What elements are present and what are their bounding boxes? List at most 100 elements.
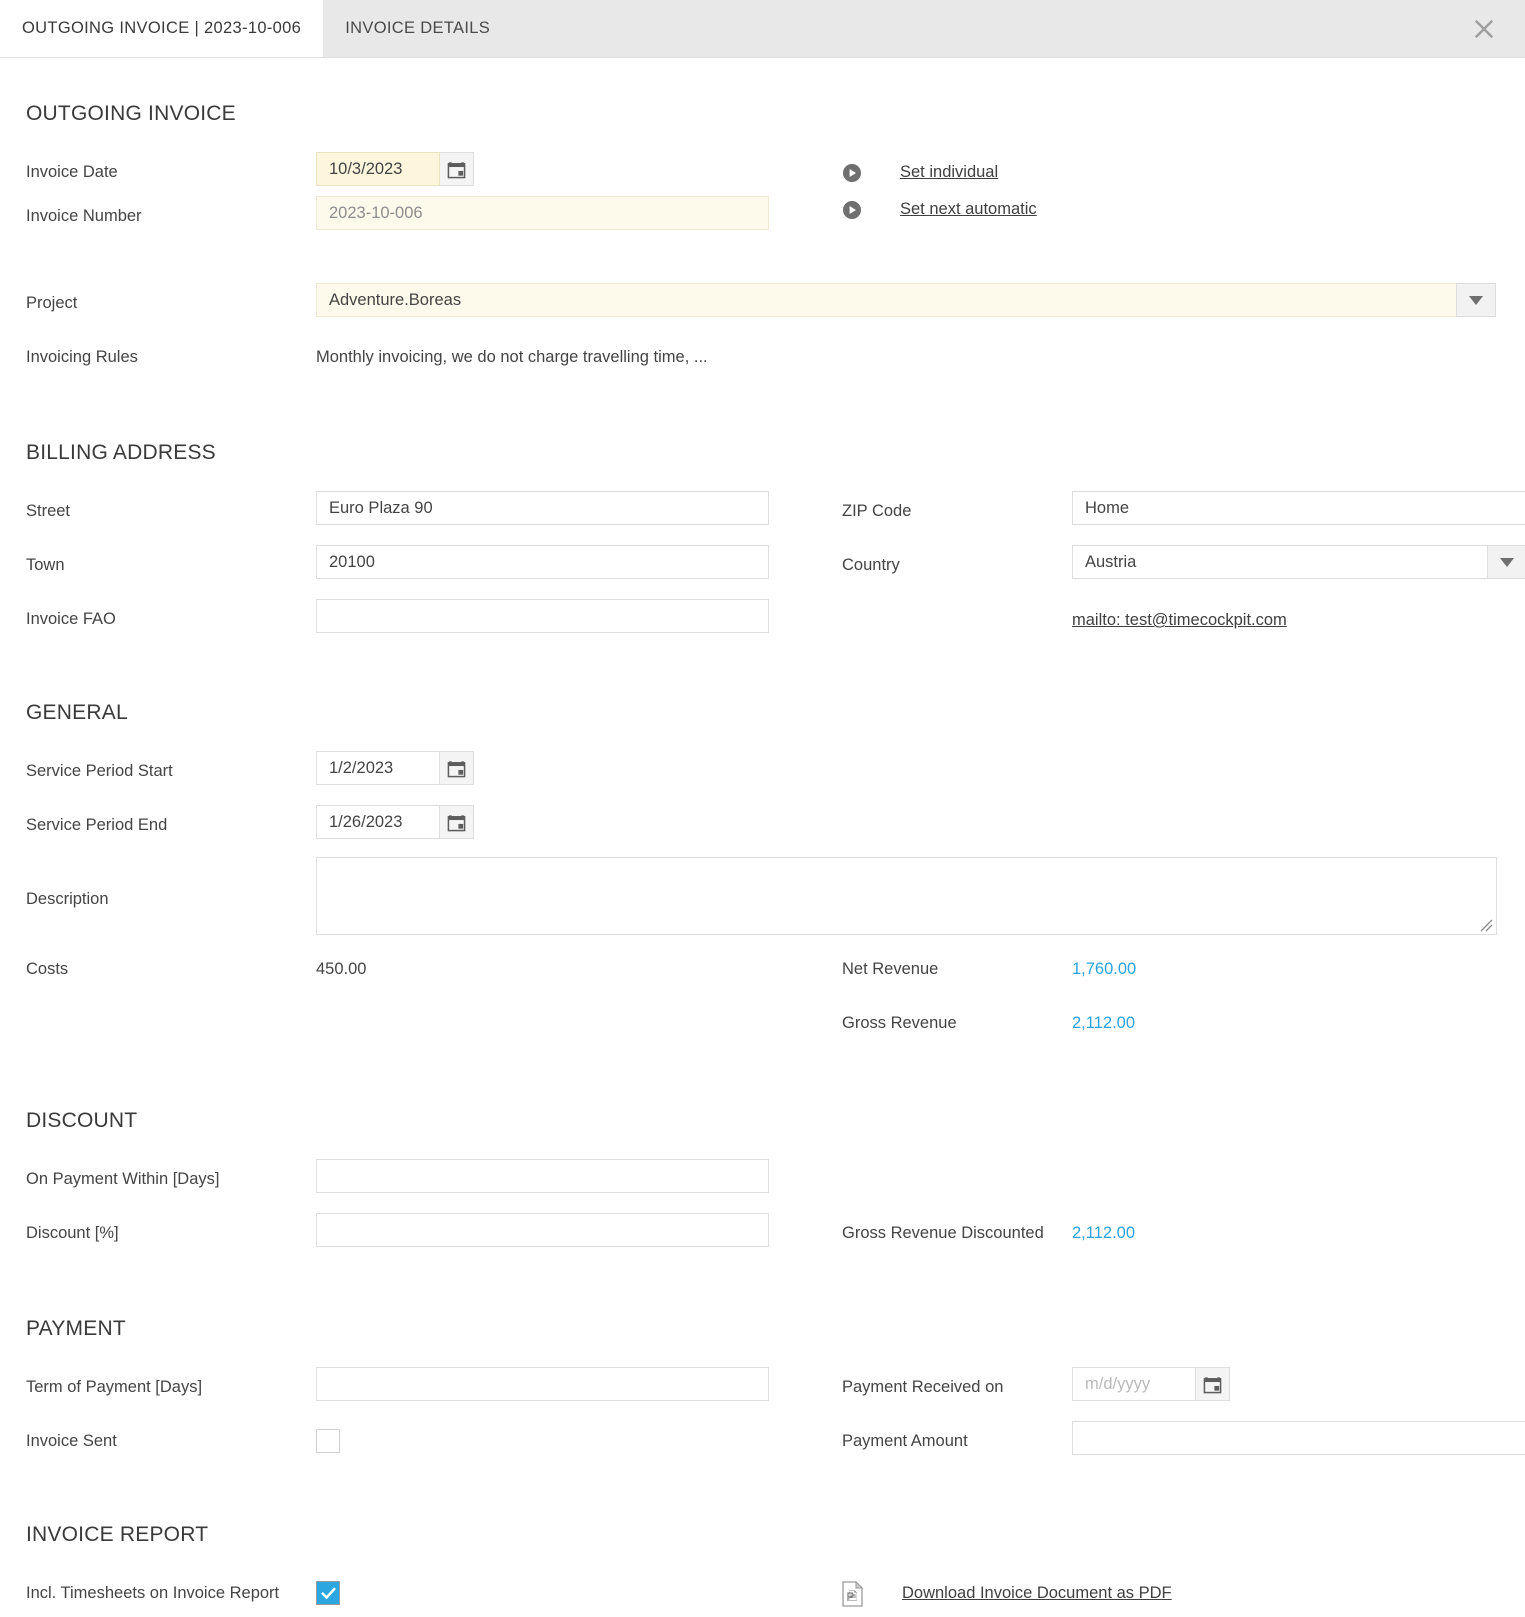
section-title-general: GENERAL <box>26 701 128 724</box>
street-label: Street <box>26 502 71 520</box>
field-gross-revenue: Gross Revenue 2,112.00 <box>842 1003 1499 1047</box>
field-invoice-sent: Invoice Sent <box>26 1421 842 1465</box>
field-invoice-fao: Invoice FAO <box>26 599 842 643</box>
costs-value: 450.00 <box>316 960 367 978</box>
gross-revenue-value: 2,112.00 <box>1072 1014 1136 1032</box>
term-of-payment-input[interactable] <box>316 1367 769 1401</box>
calendar-icon[interactable] <box>440 751 474 785</box>
town-input[interactable] <box>316 545 769 579</box>
invoice-number-label: Invoice Number <box>26 207 142 225</box>
country-label: Country <box>842 556 900 574</box>
zip-code-label: ZIP Code <box>842 502 912 520</box>
calendar-icon[interactable] <box>1196 1367 1230 1401</box>
chevron-down-icon[interactable] <box>1487 545 1525 579</box>
calendar-icon[interactable] <box>440 152 474 186</box>
action-set-next-automatic[interactable]: Set next automatic <box>842 191 1499 228</box>
field-incl-timesheets: Incl. Timesheets on Invoice Report <box>26 1573 842 1617</box>
invoicing-rules-label: Invoicing Rules <box>26 348 138 366</box>
form-body: OUTGOING INVOICE Invoice Date 10/3/2023 … <box>0 58 1525 1617</box>
zip-code-input[interactable] <box>1072 491 1525 525</box>
description-textarea[interactable] <box>317 858 1496 934</box>
section-title-payment: PAYMENT <box>26 1317 126 1340</box>
payment-amount-input[interactable] <box>1072 1421 1525 1455</box>
invoice-fao-label: Invoice FAO <box>26 610 116 628</box>
field-service-period-start: Service Period Start <box>26 751 1499 795</box>
project-label: Project <box>26 294 78 312</box>
net-revenue-value: 1,760.00 <box>1072 960 1137 978</box>
download-pdf-link[interactable]: Download Invoice Document as PDF <box>902 1584 1172 1603</box>
invoicing-rules-value: Monthly invoicing, we do not charge trav… <box>316 348 708 366</box>
invoice-date-input[interactable] <box>316 152 440 186</box>
payment-amount-label: Payment Amount <box>842 1432 968 1450</box>
term-of-payment-label: Term of Payment [Days] <box>26 1378 203 1396</box>
service-period-end-label: Service Period End <box>26 816 168 834</box>
field-on-payment-within: On Payment Within [Days] <box>26 1159 842 1203</box>
section-discount: DISCOUNT On Payment Within [Days] Discou… <box>26 1047 1499 1257</box>
section-title-discount: DISCOUNT <box>26 1109 138 1132</box>
action-download-pdf[interactable]: 🗎 Download Invoice Document as PDF <box>842 1573 1499 1610</box>
action-set-individual[interactable]: Set individual <box>842 154 1499 191</box>
service-period-end-input[interactable] <box>316 805 440 839</box>
field-costs: Costs 450.00 <box>26 949 842 993</box>
field-payment-received-on: Payment Received on <box>842 1367 1525 1411</box>
field-discount-percent: Discount [%] <box>26 1213 842 1257</box>
on-payment-within-label: On Payment Within [Days] <box>26 1170 220 1188</box>
costs-label: Costs <box>26 960 69 978</box>
pdf-file-icon: 🗎 <box>842 1580 864 1607</box>
field-net-revenue: Net Revenue 1,760.00 <box>842 949 1499 993</box>
field-project: Project <box>26 283 1499 327</box>
invoice-sent-label: Invoice Sent <box>26 1432 117 1450</box>
mailto-link[interactable]: mailto: test@timecockpit.com <box>1072 611 1287 630</box>
section-title-invoice-report: INVOICE REPORT <box>26 1523 209 1546</box>
town-label: Town <box>26 556 65 574</box>
gross-revenue-discounted-value: 2,112.00 <box>1072 1224 1136 1242</box>
play-circle-icon <box>842 200 862 220</box>
section-general: GENERAL Service Period Start 1/2/2023 Se… <box>26 643 1499 1047</box>
street-input[interactable] <box>316 491 769 525</box>
net-revenue-label: Net Revenue <box>842 960 939 978</box>
tab-label: INVOICE DETAILS <box>345 19 491 37</box>
tab-invoice-details[interactable]: INVOICE DETAILS <box>323 0 512 57</box>
tab-outgoing-invoice[interactable]: OUTGOING INVOICE | 2023-10-006 <box>0 0 324 57</box>
section-outgoing-invoice: OUTGOING INVOICE Invoice Date 10/3/2023 … <box>26 58 1499 381</box>
country-input[interactable] <box>1072 545 1487 579</box>
invoice-sent-checkbox[interactable] <box>316 1429 340 1453</box>
section-invoice-report: INVOICE REPORT Incl. Timesheets on Invoi… <box>26 1465 1499 1617</box>
gross-revenue-discounted-label: Gross Revenue Discounted <box>842 1224 1044 1242</box>
incl-timesheets-label: Incl. Timesheets on Invoice Report <box>26 1584 280 1602</box>
field-invoicing-rules: Invoicing Rules Monthly invoicing, we do… <box>26 337 1499 381</box>
calendar-icon[interactable] <box>440 805 474 839</box>
set-individual-link[interactable]: Set individual <box>900 163 998 182</box>
chevron-down-icon[interactable] <box>1456 283 1496 317</box>
set-next-automatic-link[interactable]: Set next automatic <box>900 200 1037 219</box>
section-title-billing-address: BILLING ADDRESS <box>26 441 216 464</box>
field-term-of-payment: Term of Payment [Days] <box>26 1367 842 1411</box>
field-street: Street <box>26 491 842 535</box>
payment-received-on-input[interactable] <box>1072 1367 1196 1401</box>
field-zip-code: ZIP Code <box>842 491 1525 535</box>
tab-bar: OUTGOING INVOICE | 2023-10-006 INVOICE D… <box>0 0 1525 58</box>
field-mailto: mailto: test@timecockpit.com <box>842 599 1525 643</box>
description-label: Description <box>26 890 109 908</box>
close-icon[interactable] <box>1471 16 1497 42</box>
payment-received-on-label: Payment Received on <box>842 1378 1004 1396</box>
gross-revenue-label: Gross Revenue <box>842 1014 957 1032</box>
invoice-fao-input[interactable] <box>316 599 769 633</box>
field-gross-revenue-discounted: Gross Revenue Discounted 2,112.00 <box>842 1213 1499 1257</box>
service-period-start-label: Service Period Start <box>26 762 173 780</box>
discount-percent-input[interactable] <box>316 1213 769 1247</box>
discount-percent-label: Discount [%] <box>26 1224 119 1242</box>
resize-grip-icon[interactable] <box>1479 918 1493 932</box>
field-country: Country <box>842 545 1525 589</box>
invoice-date-label: Invoice Date <box>26 163 118 181</box>
tab-label: OUTGOING INVOICE | 2023-10-006 <box>22 19 302 37</box>
field-invoice-number: Invoice Number <box>26 196 842 240</box>
field-invoice-date: Invoice Date <box>26 152 842 196</box>
service-period-start-input[interactable] <box>316 751 440 785</box>
field-town: Town <box>26 545 842 589</box>
on-payment-within-input[interactable] <box>316 1159 769 1193</box>
project-input[interactable] <box>316 283 1456 317</box>
incl-timesheets-checkbox[interactable] <box>316 1581 340 1605</box>
section-payment: PAYMENT Term of Payment [Days] Invoice S… <box>26 1257 1525 1465</box>
invoice-number-input[interactable] <box>316 196 769 230</box>
